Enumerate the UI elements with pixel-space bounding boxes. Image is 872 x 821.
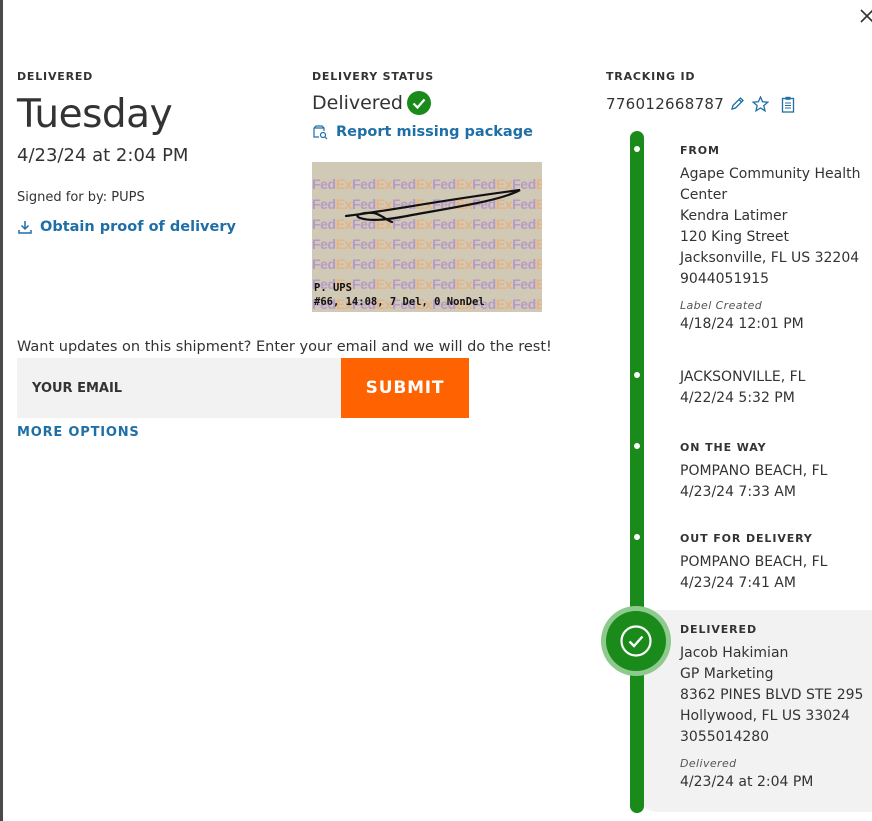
delivery-status: Delivered [312, 91, 431, 115]
edit-icon[interactable] [729, 96, 745, 116]
delivery-day: Tuesday [17, 92, 173, 137]
event-location: POMPANO BEACH, FL [680, 554, 828, 570]
package-search-icon [313, 125, 328, 140]
delivery-status-label: DELIVERY STATUS [312, 70, 435, 83]
event-time: 4/23/24 7:41 AM [680, 575, 796, 591]
timeline-event-on-the-way: ON THE WAY POMPANO BEACH, FL 4/23/24 7:3… [680, 441, 827, 503]
close-button[interactable] [858, 4, 872, 26]
timeline-event-jacksonville: JACKSONVILLE, FL 4/22/24 5:32 PM [680, 367, 805, 409]
submit-button[interactable]: SUBMIT [341, 358, 469, 418]
timeline-track [630, 131, 644, 813]
timeline-event-from: FROM Agape Community Health Center Kendr… [680, 144, 860, 335]
event-time: 4/23/24 at 2:04 PM [680, 774, 814, 790]
signature-name: P. UPS [314, 282, 352, 294]
from-address-line: 120 King Street [680, 229, 789, 245]
recipient-line: Jacob Hakimian [680, 645, 789, 661]
event-title: DELIVERED [680, 623, 757, 636]
event-status: Delivered [680, 757, 737, 770]
signed-for-text: Signed for by: PUPS [17, 190, 145, 205]
panel-left-border [0, 0, 3, 821]
recipient-line: 8362 PINES BLVD STE 295 [680, 687, 864, 703]
from-address-line: Jacksonville, FL US 32204 [680, 250, 860, 266]
signature-detail: #66, 14:08, 7 Del, 0 NonDel [314, 296, 485, 308]
timeline-event-delivered: DELIVERED Jacob Hakimian GP Marketing 83… [680, 623, 863, 793]
timeline-event-out-for-delivery: OUT FOR DELIVERY POMPANO BEACH, FL 4/23/… [680, 532, 827, 594]
report-missing-label: Report missing package [336, 124, 533, 140]
delivered-marker [606, 611, 666, 671]
timeline-dot [634, 534, 640, 540]
signature-image: FedExFedExFedExFedExFedExFedExFedExFedEx… [312, 162, 542, 312]
check-circle-icon [406, 91, 431, 115]
event-time: 4/18/24 12:01 PM [680, 316, 804, 332]
event-location: JACKSONVILLE, FL [680, 369, 806, 385]
tracking-number: 776012668787 [606, 95, 725, 113]
from-address-line: 9044051915 [680, 271, 770, 287]
event-title: FROM [680, 144, 720, 157]
from-address-line: Kendra Latimer [680, 208, 788, 224]
close-icon [860, 9, 872, 23]
recipient-line: 3055014280 [680, 729, 770, 745]
from-address-line: Center [680, 187, 728, 203]
report-missing-link[interactable]: Report missing package [312, 124, 533, 140]
event-title: OUT FOR DELIVERY [680, 532, 813, 545]
email-input[interactable] [17, 358, 341, 418]
delivery-status-value: Delivered [312, 92, 403, 114]
event-status: Label Created [680, 299, 763, 312]
from-address-line: Agape Community Health [680, 166, 861, 182]
star-icon[interactable] [751, 95, 770, 116]
email-updates-prompt: Want updates on this shipment? Enter you… [17, 339, 552, 355]
timeline-dot [634, 146, 640, 152]
delivered-label: DELIVERED [17, 70, 94, 83]
delivery-datetime: 4/23/24 at 2:04 PM [17, 145, 189, 166]
obtain-proof-label: Obtain proof of delivery [40, 219, 236, 235]
download-icon [18, 221, 32, 234]
timeline-dot [634, 372, 640, 378]
more-options-link[interactable]: MORE OPTIONS [17, 425, 140, 440]
timeline-dot [634, 443, 640, 449]
check-circle-icon [620, 625, 652, 657]
event-location: POMPANO BEACH, FL [680, 463, 828, 479]
event-title: ON THE WAY [680, 441, 767, 454]
recipient-line: Hollywood, FL US 33024 [680, 708, 850, 724]
recipient-line: GP Marketing [680, 666, 774, 682]
event-time: 4/22/24 5:32 PM [680, 390, 795, 406]
tracking-id-label: TRACKING ID [606, 70, 696, 83]
obtain-proof-link[interactable]: Obtain proof of delivery [17, 219, 236, 235]
event-time: 4/23/24 7:33 AM [680, 484, 796, 500]
copy-icon[interactable] [781, 96, 795, 117]
